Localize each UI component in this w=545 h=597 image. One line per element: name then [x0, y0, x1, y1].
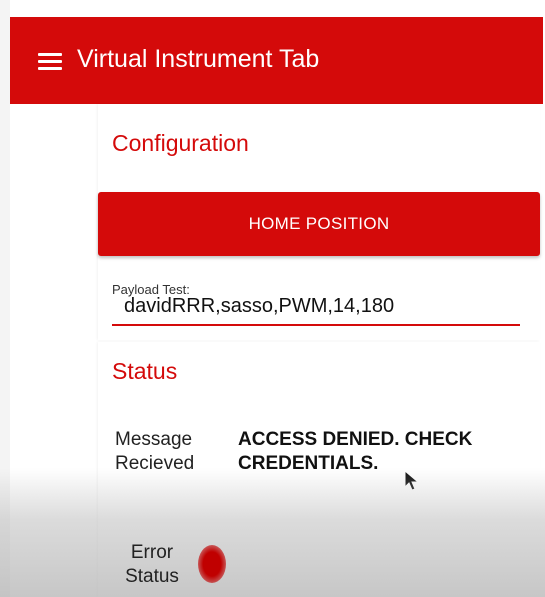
status-title: Status — [112, 358, 178, 384]
configuration-card: Configuration HOME POSITION Payload Test… — [98, 104, 540, 340]
configuration-title: Configuration — [112, 130, 249, 156]
error-status-label: Error Status — [125, 542, 179, 587]
mouse-pointer-icon — [404, 470, 420, 491]
payload-test-input[interactable] — [124, 292, 520, 320]
app-page: Virtual Instrument Tab Configuration HOM… — [0, 0, 545, 597]
app-bar: Virtual Instrument Tab — [10, 17, 543, 104]
payload-test-field: Payload Test: — [112, 278, 520, 326]
message-received-value: ACCESS DENIED. CHECK CREDENTIALS. — [238, 429, 473, 474]
payload-input-underline — [112, 324, 520, 326]
hamburger-menu-icon[interactable] — [38, 52, 62, 70]
home-position-button[interactable]: HOME POSITION — [98, 192, 540, 256]
app-title: Virtual Instrument Tab — [77, 45, 320, 73]
message-received-label: Message Recieved — [115, 429, 195, 474]
left-edge — [0, 0, 10, 597]
error-status-indicator — [198, 545, 226, 583]
